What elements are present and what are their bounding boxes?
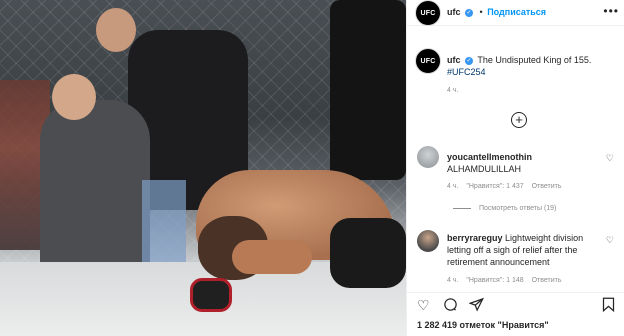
post-photo[interactable] xyxy=(0,0,406,336)
verified-icon: ✓ xyxy=(465,56,474,65)
username-link[interactable]: ufc xyxy=(447,7,461,17)
comment-meta: 4 ч. "Нравится": 1 148 Ответить xyxy=(447,277,568,284)
comment-time[interactable]: 4 ч. xyxy=(447,183,458,190)
reply-button[interactable]: Ответить xyxy=(532,277,562,284)
comment-likes-count[interactable]: "Нравится": 1 437 xyxy=(466,183,523,190)
avatar-logo: UFC xyxy=(420,57,436,65)
share-icon[interactable] xyxy=(468,297,484,315)
comment-username[interactable]: berryrareguy xyxy=(447,233,503,243)
verified-icon: ✓ xyxy=(465,8,474,17)
header-user: ufc ✓ • Подписаться xyxy=(447,7,546,17)
post-caption: ufc ✓ The Undisputed King of 155. #UFC25… xyxy=(447,54,619,78)
comment-like-heart-icon[interactable]: ♡ xyxy=(606,235,614,246)
hashtag-link[interactable]: #UFC254 xyxy=(447,67,486,77)
action-bar: ♡ xyxy=(407,292,624,314)
referee-head xyxy=(96,8,136,52)
comment-icon[interactable] xyxy=(443,297,458,315)
comment-meta: 4 ч. "Нравится": 1 437 Ответить xyxy=(447,183,568,190)
post-side-panel: UFC ufc ✓ • Подписаться ••• UFC ufc ✓ Th… xyxy=(406,0,624,336)
like-heart-icon[interactable]: ♡ xyxy=(417,297,430,313)
bookmark-icon[interactable] xyxy=(602,297,615,315)
fighter-shorts xyxy=(330,218,406,288)
comment-avatar[interactable] xyxy=(417,230,439,252)
view-replies[interactable]: Посмотреть ответы (19) xyxy=(453,205,556,212)
caption-time[interactable]: 4 ч. xyxy=(447,87,458,94)
replies-line xyxy=(453,207,471,209)
fighter-glove xyxy=(190,278,232,312)
avatar-logo: UFC xyxy=(420,9,436,17)
more-options-icon[interactable]: ••• xyxy=(603,4,619,18)
avatar[interactable]: UFC xyxy=(415,0,441,26)
view-replies-label[interactable]: Посмотреть ответы (19) xyxy=(479,205,556,212)
man-head xyxy=(52,74,96,120)
comment-likes-count[interactable]: "Нравится": 1 148 xyxy=(466,277,523,284)
fighter-arm xyxy=(232,240,312,274)
caption-avatar[interactable]: UFC xyxy=(415,48,441,74)
separator-dot: • xyxy=(479,7,483,17)
comment-avatar[interactable] xyxy=(417,146,439,168)
comment-item: berryrareguy Lightweight division lettin… xyxy=(447,232,607,268)
corner-post xyxy=(142,180,186,270)
likes-count[interactable]: 1 282 419 отметок "Нравится" xyxy=(417,320,549,330)
cameraman xyxy=(330,0,406,180)
comment-like-heart-icon[interactable]: ♡ xyxy=(606,153,614,164)
man-in-suit xyxy=(40,100,150,280)
load-more-comments-icon[interactable]: + xyxy=(511,112,527,128)
post-header: UFC ufc ✓ • Подписаться ••• xyxy=(407,0,624,26)
comment-username[interactable]: youcantellmenothin xyxy=(447,152,532,162)
caption-text: The Undisputed King of 155. xyxy=(477,55,592,65)
caption-username[interactable]: ufc xyxy=(447,55,461,65)
follow-button[interactable]: Подписаться xyxy=(487,7,546,17)
reply-button[interactable]: Ответить xyxy=(532,183,562,190)
comment-time[interactable]: 4 ч. xyxy=(447,277,458,284)
comment-text: ALHAMDULILLAH xyxy=(447,164,522,174)
comment-item: youcantellmenothin ALHAMDULILLAH xyxy=(447,151,607,175)
